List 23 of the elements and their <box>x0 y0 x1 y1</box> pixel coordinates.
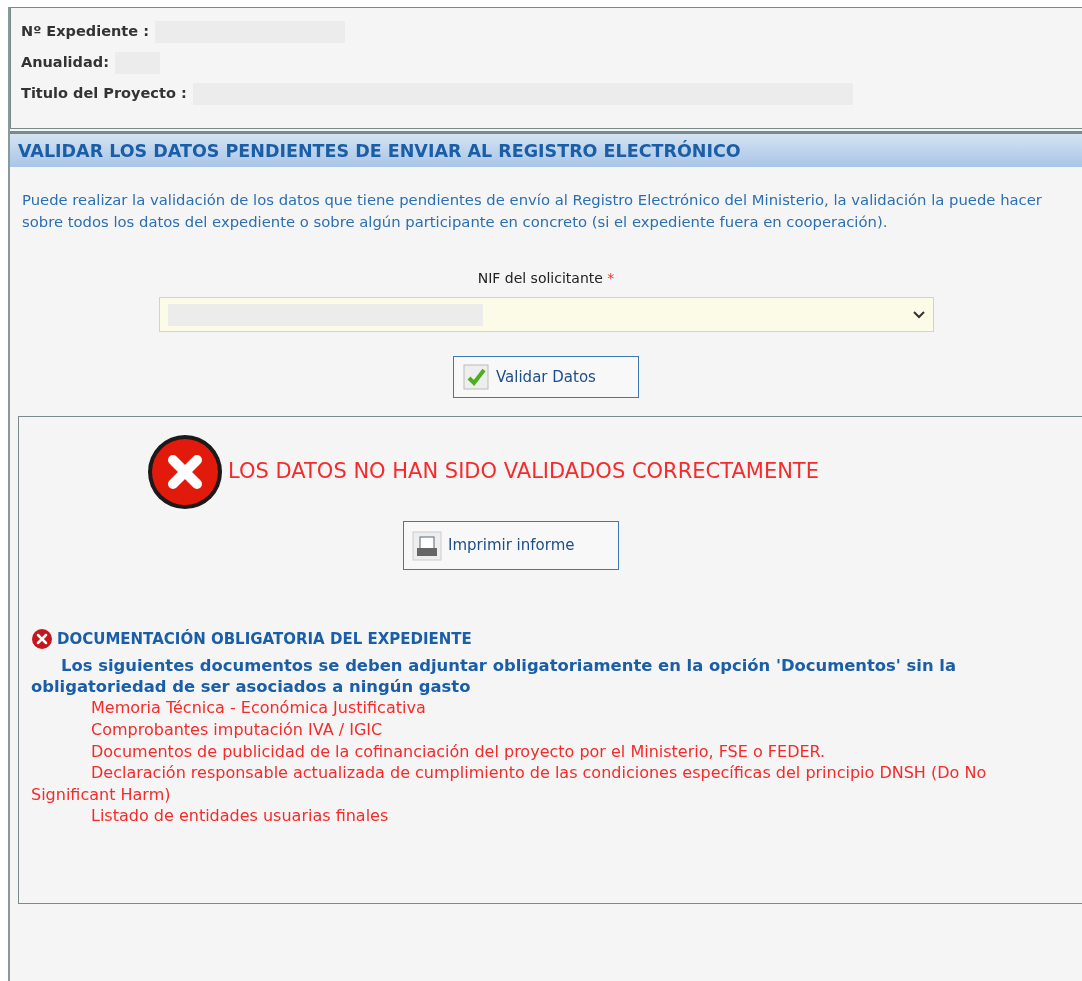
print-button[interactable]: Imprimir informe <box>403 521 619 571</box>
field-label: NIF del solicitante <box>477 270 603 287</box>
field-label: Anualidad: <box>21 52 109 72</box>
field-label: Nº Expediente : <box>21 21 149 41</box>
intro-text: Puede realizar la validación de los datos que tiene pendientes de envío al Registro Electrónico del Ministerio, la validación la puede hacer sobre todos los datos del expediente o sobre algún participante en concreto (si el expediente fuera en cooperación). <box>21 190 1043 232</box>
checkmark-icon <box>462 363 490 392</box>
error-icon <box>31 628 53 651</box>
group-description: Los siguientes documentos se deben adjuntar obligatoriamente en la opción 'Documentos' sin la obligatoriedad de ser asociados a ningún gasto <box>31 654 958 698</box>
chevron-icon <box>912 310 925 319</box>
document-item: Memoria Técnica - Económica Justificativa <box>90 697 427 719</box>
document-item: Documentos de publicidad de la cofinanciación del proyecto por el Ministerio, FSE o FEDER. <box>90 740 827 763</box>
required-mark: * <box>607 270 615 287</box>
validate-button[interactable]: Validar Datos <box>453 356 639 399</box>
document-item: Declaración responsable actualizada de cumplimiento de las condiciones específicas del principio DNSH (Do No Significant Harm) <box>31 762 988 806</box>
document-item: Listado de entidades usuarias finales <box>90 805 390 827</box>
field-label: Titulo del Proyecto : <box>21 83 187 103</box>
error-icon <box>146 433 224 512</box>
nif-select[interactable] <box>158 297 934 333</box>
error-message: LOS DATOS NO HAN SIDO VALIDADOS CORRECTAMENTE <box>228 458 819 486</box>
document-item: Comprobantes imputación IVA / IGIC <box>90 718 384 741</box>
group-title: DOCUMENTACIÓN OBLIGATORIA DEL EXPEDIENTE <box>57 628 472 651</box>
section-title: VALIDAR LOS DATOS PENDIENTES DE ENVIAR AL REGISTRO ELECTRÓNICO <box>10 131 1082 168</box>
printer-icon <box>412 530 442 561</box>
